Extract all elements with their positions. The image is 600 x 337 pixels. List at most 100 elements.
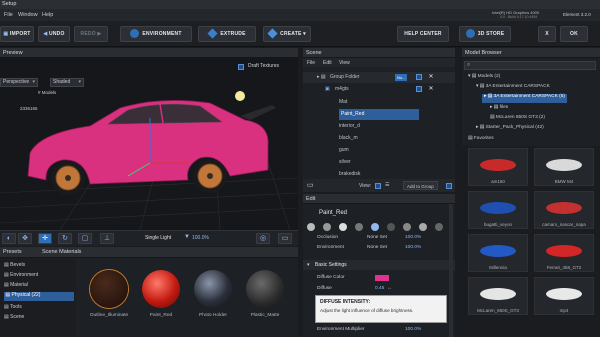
grid-snap-icon[interactable]: ⊥ (100, 233, 114, 244)
scene-row-m4gts[interactable]: ▣ m4gts ✕ (303, 84, 455, 95)
add-to-group-button[interactable]: Add to Group (403, 181, 438, 190)
category-tools[interactable]: ▤ Tools (4, 304, 22, 310)
model-thumb[interactable]: bugatti_veyon (468, 191, 528, 229)
undo-button[interactable]: ◀ UNDO (38, 26, 70, 42)
tree-item-favorites[interactable]: ▤ Favorites (468, 136, 494, 141)
snapshot-icon[interactable]: ◎ (256, 233, 270, 244)
car-render[interactable] (0, 58, 298, 230)
move-tool-icon[interactable]: ✥ (18, 233, 32, 244)
scene-row-mat[interactable]: Mat (303, 97, 455, 108)
model-thumb[interactable]: camaro_nascar_napa (534, 191, 594, 229)
environment-pct[interactable]: 100.0% (405, 245, 421, 250)
slider-arrows-icon[interactable]: ↔ (387, 285, 392, 291)
model-thumb[interactable]: Ferrari_458_GT2 (534, 234, 594, 272)
light-icon[interactable] (235, 91, 245, 101)
material-type-icon[interactable] (435, 223, 443, 231)
scale-tool-icon[interactable]: ▢ (78, 233, 92, 244)
environment-value[interactable]: None Set (367, 245, 387, 250)
tree-item-carspack-selected[interactable]: ▸ ▤ 3A Entertainment CARSPACK (5) (482, 94, 567, 103)
ok-button[interactable]: OK (560, 26, 588, 42)
model-thumb[interactable]: BMW M4 (534, 148, 594, 186)
scene-row-paint-red[interactable]: Paint_Red (339, 109, 419, 120)
basic-settings-header[interactable]: ▾ Basic Settings (303, 260, 455, 270)
env-multiplier-pct[interactable]: 100.0% (405, 327, 421, 332)
view-options-icon[interactable]: ☰ (385, 182, 389, 188)
light-intensity-pct[interactable]: 100.0% (192, 235, 209, 241)
menu-window[interactable]: Window (18, 12, 38, 18)
category-environment[interactable]: ▤ Environment (4, 272, 38, 278)
scene-row-group-folder[interactable]: ▸ ▤ Group Folder Nu... ✕ (303, 72, 455, 83)
add-group-checkbox[interactable] (446, 183, 452, 189)
category-bevels[interactable]: ▤ Bevels (4, 262, 25, 268)
edit-scrollbar[interactable] (449, 204, 453, 337)
material-type-icon[interactable] (355, 223, 363, 231)
model-search-input[interactable]: ⌕ (464, 61, 596, 70)
redo-button[interactable]: REDO ▶ (74, 26, 108, 42)
basic-settings-label: Basic Settings (315, 262, 347, 268)
new-folder-icon[interactable]: ▭ (307, 181, 314, 189)
diffuse-color-swatch[interactable] (375, 275, 389, 281)
group-visible-checkbox[interactable] (416, 74, 422, 80)
material-ball[interactable] (246, 270, 284, 308)
view-checkbox[interactable] (375, 183, 381, 189)
help-center-label: HELP CENTER (404, 31, 442, 37)
material-ball[interactable] (194, 270, 232, 308)
tree-item-files[interactable]: ▸ ▤ files (490, 105, 508, 110)
tree-item-models[interactable]: ▾ ▤ Models (2) (468, 74, 500, 79)
material-type-icon[interactable] (387, 223, 395, 231)
model-thumb[interactable]: Millennia (468, 234, 528, 272)
rotate-tool-icon[interactable]: ↻ (58, 233, 72, 244)
material-ball[interactable] (90, 270, 128, 308)
model-thumb[interactable]: am150 (468, 148, 528, 186)
scene-row-label: Paint_Red (341, 111, 365, 117)
category-scene[interactable]: ▤ Scene (4, 314, 24, 320)
scene-menu-edit[interactable]: Edit (323, 60, 332, 66)
import-button[interactable]: ▣ IMPORT (0, 26, 34, 42)
material-type-icon[interactable] (323, 223, 331, 231)
scene-row-gum[interactable]: gum (303, 145, 455, 156)
3d-viewport[interactable]: Draft Textures Perspective Shaded # Mode… (0, 58, 298, 230)
close-button[interactable]: X (538, 26, 556, 42)
scene-row-interior[interactable]: interior_d (303, 121, 455, 132)
tree-item-starter-pack[interactable]: ▸ ▤ Starter_Pack_Physical (42) (476, 125, 544, 130)
occlusion-value[interactable]: None Set (367, 235, 387, 240)
create-button[interactable]: CREATE ▾ (263, 26, 311, 42)
3d-store-button[interactable]: 3D STORE (459, 26, 511, 42)
row-visible-checkbox[interactable] (416, 86, 422, 92)
tree-item-carspack[interactable]: ▾ ▤ 3A Entertainment CARSPACK (476, 84, 550, 89)
material-type-icon[interactable] (419, 223, 427, 231)
material-type-icon[interactable] (403, 223, 411, 231)
camera-icon[interactable]: ◐ (2, 233, 16, 244)
scene-row-silver[interactable]: silver (303, 157, 455, 168)
occlusion-pct[interactable]: 100.0% (405, 235, 421, 240)
transform-tool-icon[interactable]: ✛ (38, 233, 52, 244)
row-delete-icon[interactable]: ✕ (428, 86, 434, 92)
light-select[interactable]: Single Light (145, 235, 171, 241)
create-icon (267, 28, 278, 39)
scene-menu-file[interactable]: File (307, 60, 315, 66)
material-type-icon[interactable] (339, 223, 347, 231)
menu-help[interactable]: Help (42, 12, 53, 18)
menu-bar: File Window Help Intel(R) HD Graphics 40… (0, 9, 600, 21)
environment-row: Environment None Set 100.0% (303, 245, 455, 254)
diffuse-value[interactable]: 0.45 (375, 286, 384, 291)
environment-button[interactable]: ENVIRONMENT (120, 26, 192, 42)
menu-file[interactable]: File (4, 12, 13, 18)
render-icon[interactable]: ▭ (278, 233, 292, 244)
group-delete-icon[interactable]: ✕ (428, 74, 434, 80)
material-ball[interactable] (142, 270, 180, 308)
group-tag[interactable]: Nu... (395, 74, 408, 81)
material-type-icon[interactable] (371, 223, 379, 231)
extrude-button[interactable]: EXTRUDE (198, 26, 256, 42)
model-thumb[interactable]: McLaren_650S_GT3 (468, 277, 528, 315)
material-type-icon[interactable] (307, 223, 315, 231)
scene-menu-view[interactable]: View (339, 60, 350, 66)
tab-presets[interactable]: Presets (3, 247, 22, 257)
category-material[interactable]: ▤ Material (4, 282, 28, 288)
tree-item-mclaren[interactable]: ▤ McLaren 650S GT3 (2) (490, 115, 545, 120)
help-center-button[interactable]: HELP CENTER (397, 26, 449, 42)
scene-row-black[interactable]: black_m (303, 133, 455, 144)
model-thumb[interactable]: mp4 (534, 277, 594, 315)
tab-scene-materials[interactable]: Scene Materials (42, 247, 81, 257)
category-physical[interactable]: ▤ Physical (22) (4, 292, 74, 301)
